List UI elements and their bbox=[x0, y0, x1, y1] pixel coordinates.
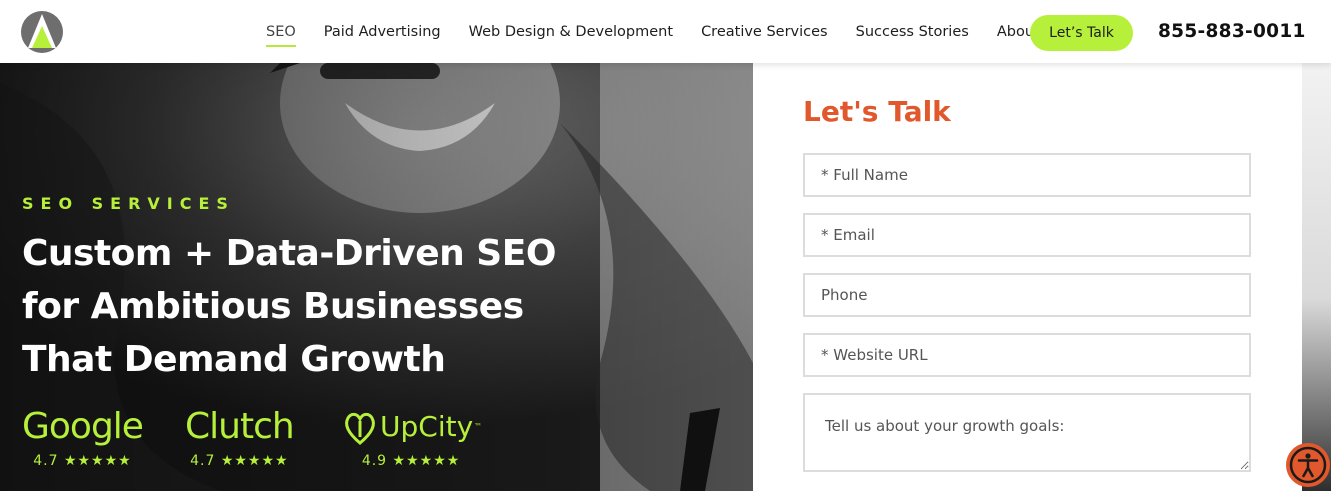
nav-web-design[interactable]: Web Design & Development bbox=[469, 24, 673, 40]
google-score: 4.7 ★★★★★ bbox=[33, 453, 131, 469]
clutch-wordmark: Clutch bbox=[185, 406, 295, 447]
main-nav: SEO Paid Advertising Web Design & Develo… bbox=[252, 0, 1054, 63]
nav-seo[interactable]: SEO bbox=[266, 24, 296, 47]
headline-line-2: for Ambitious Businesses bbox=[22, 286, 524, 327]
nav-paid-advertising[interactable]: Paid Advertising bbox=[324, 24, 441, 40]
upcity-score: 4.9 ★★★★★ bbox=[362, 453, 460, 469]
clutch-rating: Clutch 4.7 ★★★★★ bbox=[185, 405, 295, 469]
site-header: SEO Paid Advertising Web Design & Develo… bbox=[0, 0, 1331, 63]
hero-eyebrow: SEO SERVICES bbox=[22, 194, 235, 213]
upcity-logo bbox=[345, 412, 375, 445]
hero-section: SEO SERVICES Custom + Data-Driven SEO fo… bbox=[0, 63, 753, 491]
upcity-score-value: 4.9 bbox=[361, 453, 388, 469]
google-score-value: 4.7 bbox=[33, 453, 59, 469]
full-name-field[interactable] bbox=[803, 153, 1251, 197]
google-wordmark: Google bbox=[22, 406, 144, 447]
upcity-rating: UpCity ™ 4.9 ★★★★★ bbox=[340, 405, 482, 469]
upcity-wordmark: UpCity ™ bbox=[340, 405, 482, 449]
headline-line-1: Custom + Data-Driven SEO bbox=[22, 233, 556, 274]
upcity-trademark: ™ bbox=[474, 422, 483, 431]
website-url-field[interactable] bbox=[803, 333, 1251, 377]
arrowhead-logo[interactable] bbox=[20, 10, 64, 54]
clutch-score-value: 4.7 bbox=[190, 453, 216, 469]
form-title: Let's Talk bbox=[803, 95, 951, 128]
upcity-name: UpCity bbox=[380, 410, 474, 443]
phone-field[interactable] bbox=[803, 273, 1251, 317]
google-stars: ★★★★★ bbox=[63, 453, 132, 469]
clutch-stars: ★★★★★ bbox=[220, 453, 289, 469]
nav-creative-services[interactable]: Creative Services bbox=[701, 24, 828, 40]
accessibility-button[interactable] bbox=[1286, 443, 1330, 487]
clutch-score: 4.7 ★★★★★ bbox=[190, 453, 288, 469]
lets-talk-button[interactable]: Let’s Talk bbox=[1030, 15, 1133, 51]
growth-goals-textarea[interactable] bbox=[803, 393, 1251, 472]
nav-success-stories[interactable]: Success Stories bbox=[856, 24, 969, 40]
email-field[interactable] bbox=[803, 213, 1251, 257]
headline-line-3: That Demand Growth bbox=[22, 339, 446, 380]
accessibility-icon bbox=[1289, 446, 1327, 484]
hero-headline: Custom + Data-Driven SEO for Ambitious B… bbox=[22, 227, 662, 386]
upcity-stars: ★★★★★ bbox=[392, 453, 461, 469]
phone-number-link[interactable]: 855-883-0011 bbox=[1158, 21, 1306, 42]
contact-form: Let's Talk bbox=[753, 63, 1302, 491]
google-rating: Google 4.7 ★★★★★ bbox=[22, 405, 144, 469]
